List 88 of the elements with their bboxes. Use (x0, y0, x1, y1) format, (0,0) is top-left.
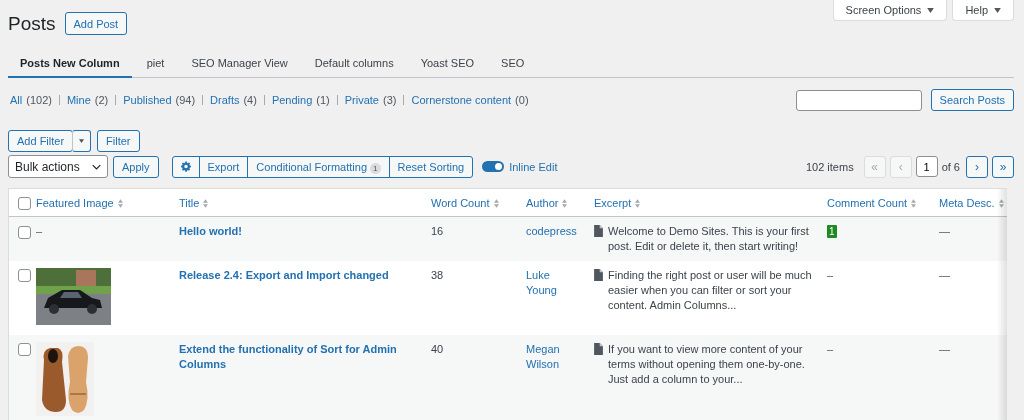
sort-icon (493, 198, 499, 208)
column-header[interactable]: Word Count (431, 196, 490, 209)
checkbox[interactable] (18, 343, 31, 357)
post-title-link[interactable]: Hello world! (179, 224, 404, 239)
word-count: 40 (431, 342, 444, 355)
view-tab[interactable]: Default columns (302, 50, 406, 78)
caret-icon (994, 7, 1001, 13)
chevron-icon (92, 163, 101, 170)
add-post-button[interactable]: Add Post (64, 12, 128, 35)
view-tab[interactable]: piet (134, 50, 177, 78)
settings-button[interactable] (171, 155, 200, 178)
checkbox[interactable] (18, 269, 31, 283)
author-link[interactable]: Megan Wilson (526, 341, 576, 372)
apply-button[interactable]: Apply (113, 155, 159, 178)
author-link[interactable]: codepress (526, 224, 576, 239)
word-count: 38 (431, 268, 444, 281)
add-filter-menu-button[interactable] (72, 130, 92, 152)
checkbox[interactable] (18, 225, 31, 239)
inline-edit-link[interactable]: Inline Edit (509, 160, 558, 173)
sort-icon (911, 198, 917, 208)
empty-value: — (939, 225, 950, 237)
column-header[interactable]: Author (526, 196, 559, 209)
document-icon (594, 268, 603, 281)
document-icon (594, 342, 603, 355)
comment-count-badge[interactable]: 1 (827, 225, 837, 238)
screen-options-button[interactable]: Screen Options (832, 0, 948, 21)
export-button[interactable]: Export (198, 155, 249, 178)
empty-value: – (827, 342, 834, 355)
post-title-link[interactable]: Extend the functionality of Sort for Admin Columns (179, 341, 404, 372)
column-header[interactable]: Featured Image (36, 196, 114, 209)
excerpt-text: Finding the right post or user will be much easier when you can filter or sort your content. Admin Columns... (608, 267, 813, 313)
excerpt-text: If you want to view more content of your terms without opening them one-by-one. Just add a column to your... (608, 341, 806, 387)
column-header[interactable]: Title (179, 196, 200, 209)
inline-edit-toggle[interactable] (482, 161, 505, 172)
status-count: (2) (94, 94, 109, 106)
empty-value: – (36, 225, 43, 237)
status-link[interactable]: Drafts (210, 94, 240, 106)
view-tab[interactable]: Yoast SEO (408, 50, 487, 78)
status-count: (1) (316, 94, 330, 106)
status-count: (94) (175, 94, 196, 106)
view-tab[interactable]: SEO Manager View (179, 50, 300, 78)
status-count: (0) (515, 94, 529, 106)
page-number-field[interactable]: 1 (915, 156, 938, 177)
search-field[interactable] (795, 89, 922, 111)
item-count: 102 items (805, 160, 854, 173)
status-link[interactable]: All (10, 94, 23, 106)
filter-button[interactable]: Filter (97, 130, 140, 152)
status-link[interactable]: Cornerstone content (411, 94, 512, 106)
search-posts-button[interactable]: Search Posts (930, 89, 1014, 111)
page-total: of 6 (941, 160, 960, 173)
caret-icon (927, 7, 935, 13)
post-title-link[interactable]: Release 2.4: Export and Import changed (179, 267, 404, 283)
status-count: (102) (26, 94, 52, 106)
help-button[interactable]: Help (952, 0, 1014, 21)
conditional-formatting-button[interactable]: Conditional Formatting 1 (247, 155, 390, 178)
sort-icon (562, 198, 568, 208)
column-header[interactable]: Comment Count (827, 196, 908, 209)
author-link[interactable]: Luke Young (526, 267, 576, 298)
view-tab[interactable]: Posts New Column (8, 50, 132, 78)
empty-value: — (939, 268, 950, 281)
sort-icon (635, 198, 641, 208)
caret-icon (79, 139, 85, 143)
empty-value: — (939, 342, 950, 355)
excerpt-text: Welcome to Demo Sites. This is your first post. Edit or delete it, then start writing! (608, 224, 810, 254)
add-filter-button[interactable]: Add Filter (8, 130, 74, 152)
status-count: (4) (243, 94, 257, 106)
sort-icon (117, 198, 123, 208)
page-last-button[interactable]: » (992, 155, 1014, 178)
status-link[interactable]: Published (123, 94, 172, 106)
view-tab[interactable]: SEO (489, 50, 537, 78)
status-link[interactable]: Mine (66, 94, 91, 106)
document-icon (594, 225, 603, 237)
sort-icon (998, 198, 1004, 208)
settings-icon (180, 161, 191, 172)
status-link[interactable]: Private (344, 94, 379, 106)
empty-value: – (827, 268, 834, 281)
status-link[interactable]: Pending (271, 94, 313, 106)
column-header[interactable]: Excerpt (594, 196, 632, 209)
sort-icon (203, 198, 209, 208)
column-header[interactable]: Meta Desc. (939, 196, 995, 209)
bulk-actions-dropdown[interactable]: Bulk actions (8, 155, 108, 178)
page-title: Posts (8, 12, 56, 35)
status-count: (3) (383, 94, 397, 106)
page-next-button[interactable]: › (966, 155, 988, 178)
reset-sorting-button[interactable]: Reset Sorting (388, 155, 474, 178)
count-badge: 1 (370, 162, 381, 174)
word-count: 16 (431, 225, 444, 237)
checkbox[interactable] (18, 197, 31, 211)
